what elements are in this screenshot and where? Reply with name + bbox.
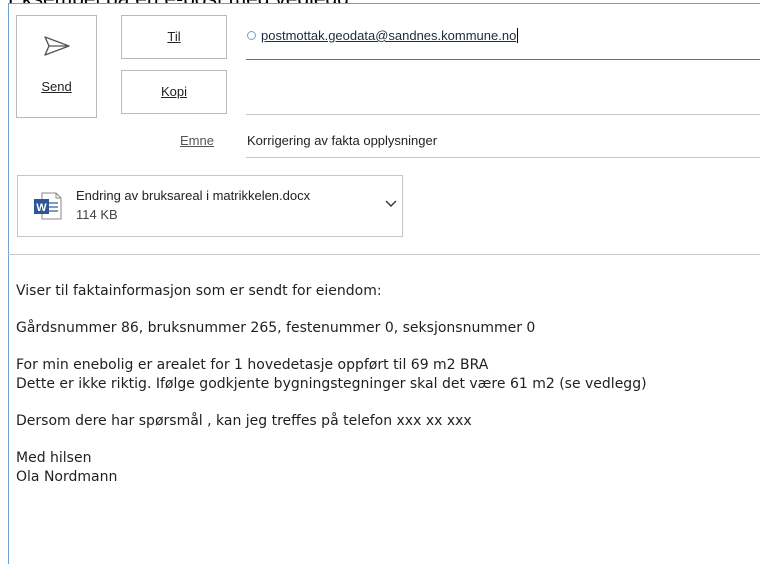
message-body[interactable]: Viser til faktainformasjon som er sendt … bbox=[16, 282, 756, 487]
chevron-down-icon[interactable] bbox=[385, 200, 397, 208]
svg-text:W: W bbox=[36, 202, 47, 214]
body-line: Viser til faktainformasjon som er sendt … bbox=[16, 283, 382, 299]
attachment-name: Endring av bruksareal i matrikkelen.docx bbox=[76, 188, 311, 203]
cc-button[interactable]: Kopi bbox=[121, 70, 227, 114]
word-document-icon: W bbox=[34, 192, 62, 220]
body-line: Ola Nordmann bbox=[16, 469, 118, 485]
body-line: Gårdsnummer 86, bruksnummer 265, festenu… bbox=[16, 320, 536, 336]
send-label: Send bbox=[41, 79, 72, 94]
body-line: Med hilsen bbox=[16, 450, 92, 466]
body-line: Dette er ikke riktig. Ifølge godkjente b… bbox=[16, 376, 647, 392]
to-button-label: Til bbox=[167, 29, 181, 44]
body-line: For min enebolig er arealet for 1 hovede… bbox=[16, 357, 489, 373]
to-field[interactable]: postmottak.geodata@sandnes.kommune.no bbox=[247, 28, 519, 43]
recipient-address[interactable]: postmottak.geodata@sandnes.kommune.no bbox=[261, 28, 516, 43]
presence-icon bbox=[247, 31, 256, 40]
send-icon bbox=[44, 36, 70, 56]
subject-label: Emne bbox=[180, 133, 214, 148]
cc-field-underline bbox=[246, 114, 760, 115]
subject-underline bbox=[246, 157, 760, 158]
to-field-underline bbox=[246, 59, 760, 60]
to-button[interactable]: Til bbox=[121, 15, 227, 59]
text-cursor bbox=[517, 28, 519, 43]
send-button[interactable]: Send bbox=[16, 15, 97, 118]
header-body-divider bbox=[8, 254, 760, 255]
subject-field[interactable]: Korrigering av fakta opplysninger bbox=[247, 133, 437, 148]
cc-button-label: Kopi bbox=[160, 84, 188, 99]
attachment-size: 114 KB bbox=[76, 207, 118, 222]
body-line: Dersom dere har spørsmål , kan jeg treff… bbox=[16, 413, 472, 429]
cc-field[interactable] bbox=[246, 70, 760, 112]
attachment-card[interactable]: W Endring av bruksareal i matrikkelen.do… bbox=[17, 175, 403, 237]
